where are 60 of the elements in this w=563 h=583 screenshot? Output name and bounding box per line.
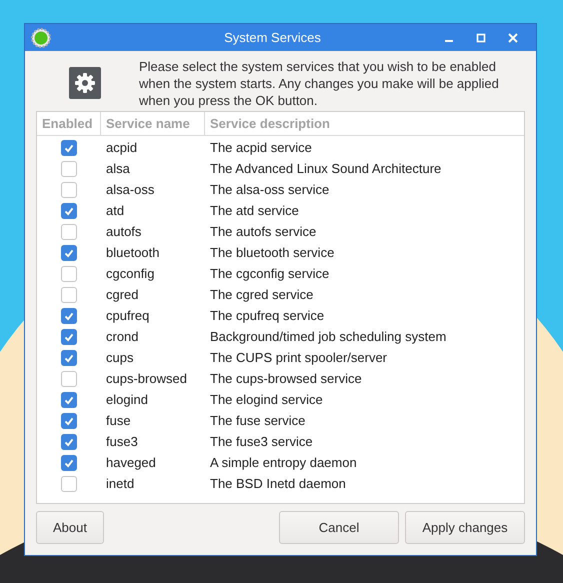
service-name: cpufreq xyxy=(105,308,150,323)
service-description: The cgred service xyxy=(209,287,314,302)
service-name: acpid xyxy=(105,140,138,155)
service-name: elogind xyxy=(105,392,149,407)
service-name: inetd xyxy=(105,476,136,491)
maximize-icon[interactable] xyxy=(476,32,486,42)
checkbox[interactable] xyxy=(61,308,77,324)
checkbox[interactable] xyxy=(61,224,77,240)
service-description: The cgconfig service xyxy=(209,266,330,281)
checkbox[interactable] xyxy=(61,266,77,282)
service-description: The autofs service xyxy=(209,224,318,239)
service-name: fuse3 xyxy=(105,434,139,449)
service-description: Background/timed job scheduling system xyxy=(209,329,448,344)
service-description: The acpid service xyxy=(209,140,313,155)
service-description: The cpufreq service xyxy=(209,308,326,323)
service-name: cups xyxy=(105,350,134,365)
service-description: The Advanced Linux Sound Architecture xyxy=(209,161,442,176)
checkbox[interactable] xyxy=(61,202,77,218)
checkbox[interactable] xyxy=(61,454,77,470)
service-name: alsa xyxy=(105,161,131,176)
apply-button[interactable]: Apply changes xyxy=(405,511,525,544)
instruction-text: Please select the system services that you wish to be enabled when the system starts. Any changes you make will be applied when you press the OK button. xyxy=(139,58,500,108)
service-description: The elogind service xyxy=(209,392,324,407)
service-name: cups-browsed xyxy=(105,371,188,386)
service-description: The BSD Inetd daemon xyxy=(209,476,347,491)
checkbox[interactable] xyxy=(61,182,77,198)
service-description: The atd service xyxy=(209,203,300,218)
checkbox[interactable] xyxy=(61,286,77,302)
checkbox[interactable] xyxy=(61,434,77,450)
service-name: haveged xyxy=(105,455,157,470)
service-description: A simple entropy daemon xyxy=(209,455,358,470)
service-description: The fuse service xyxy=(209,413,306,428)
about-button[interactable]: About xyxy=(36,511,104,544)
service-name: bluetooth xyxy=(105,245,160,260)
service-name: cgconfig xyxy=(105,266,156,281)
checkbox[interactable] xyxy=(61,412,77,428)
checkbox[interactable] xyxy=(61,370,77,386)
checkbox[interactable] xyxy=(61,140,77,156)
service-description: The cups-browsed service xyxy=(209,371,363,386)
close-icon[interactable] xyxy=(508,32,518,42)
service-name: cgred xyxy=(105,287,140,302)
service-description: The CUPS print spooler/server xyxy=(209,350,388,365)
checkbox[interactable] xyxy=(61,244,77,260)
checkbox[interactable] xyxy=(61,392,77,408)
service-description: The alsa-oss service xyxy=(209,182,330,197)
cancel-button[interactable]: Cancel xyxy=(279,511,399,544)
service-description: The fuse3 service xyxy=(209,434,314,449)
service-description: The bluetooth service xyxy=(209,245,336,260)
checkbox[interactable] xyxy=(61,350,77,366)
service-name: atd xyxy=(105,203,126,218)
service-name: fuse xyxy=(105,413,132,428)
app-icon xyxy=(31,28,51,48)
checkbox[interactable] xyxy=(61,476,77,492)
gear-icon xyxy=(69,67,101,99)
service-name: autofs xyxy=(105,224,142,239)
checkbox[interactable] xyxy=(61,328,77,344)
checkbox[interactable] xyxy=(61,160,77,176)
service-name: crond xyxy=(105,329,140,344)
service-name: alsa-oss xyxy=(105,182,156,197)
window-title: System Services xyxy=(223,30,322,45)
